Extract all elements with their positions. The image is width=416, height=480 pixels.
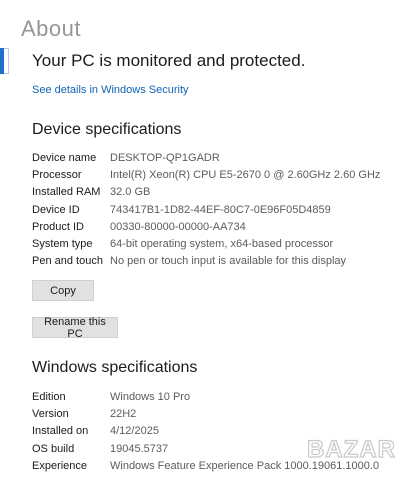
spec-value: 64-bit operating system, x64-based proce… <box>110 237 334 250</box>
spec-label: Pen and touch <box>32 255 103 268</box>
spec-row-processor: Processor Intel(R) Xeon(R) CPU E5-2670 0… <box>32 167 380 184</box>
spec-row-device-name: Device name DESKTOP-QP1GADR <box>32 150 380 167</box>
spec-value: 19045.5737 <box>110 442 169 455</box>
spec-label: OS build <box>32 442 75 455</box>
spec-label: Installed RAM <box>32 186 101 199</box>
spec-value: 32.0 GB <box>110 186 151 199</box>
spec-row-pen-and-touch: Pen and touch No pen or touch input is a… <box>32 253 380 270</box>
spec-label: Product ID <box>32 220 84 233</box>
nav-selection-indicator <box>0 48 4 74</box>
device-specs-title: Device specifications <box>32 121 182 138</box>
spec-value: Intel(R) Xeon(R) CPU E5-2670 0 @ 2.60GHz… <box>110 169 381 182</box>
copy-button[interactable]: Copy <box>32 280 94 301</box>
spec-row-product-id: Product ID 00330-80000-00000-AA734 <box>32 219 380 236</box>
spec-row-device-id: Device ID 743417B1-1D82-44EF-80C7-0E96F0… <box>32 202 380 219</box>
rename-pc-button[interactable]: Rename this PC <box>32 316 118 340</box>
left-nav-strip <box>0 0 14 480</box>
security-status-headline: Your PC is monitored and protected. <box>32 51 306 70</box>
spec-label: Edition <box>32 391 66 403</box>
spec-value: Windows 10 Pro <box>110 391 191 403</box>
page-title-ghost: About <box>21 16 81 41</box>
spec-label: Version <box>32 408 69 421</box>
spec-value: 4/12/2025 <box>110 425 159 438</box>
spec-label: Installed on <box>32 425 89 438</box>
spec-value: No pen or touch input is available for t… <box>110 255 347 268</box>
spec-label: Processor <box>32 169 82 182</box>
spec-value: DESKTOP-QP1GADR <box>110 152 220 164</box>
spec-label: Experience <box>32 459 88 472</box>
spec-row-installed-ram: Installed RAM 32.0 GB <box>32 184 380 201</box>
spec-label: Device ID <box>32 203 80 216</box>
bazar-watermark-logo: BAZAR <box>306 435 396 463</box>
spec-value: 00330-80000-00000-AA734 <box>110 220 246 233</box>
spec-label: Device name <box>32 152 97 164</box>
spec-value: 22H2 <box>110 408 137 421</box>
svg-text:BAZAR: BAZAR <box>307 436 396 463</box>
windows-specs-title: Windows specifications <box>32 359 198 376</box>
spec-row-version: Version 22H2 <box>32 406 379 423</box>
spec-label: System type <box>32 237 93 250</box>
spec-row-edition: Edition Windows 10 Pro <box>32 389 379 406</box>
device-specs-list: Device name DESKTOP-QP1GADR Processor In… <box>32 150 380 270</box>
spec-row-system-type: System type 64-bit operating system, x64… <box>32 236 380 253</box>
windows-security-link[interactable]: See details in Windows Security <box>32 84 189 96</box>
spec-value: 743417B1-1D82-44EF-80C7-0E96F05D4859 <box>110 203 331 216</box>
